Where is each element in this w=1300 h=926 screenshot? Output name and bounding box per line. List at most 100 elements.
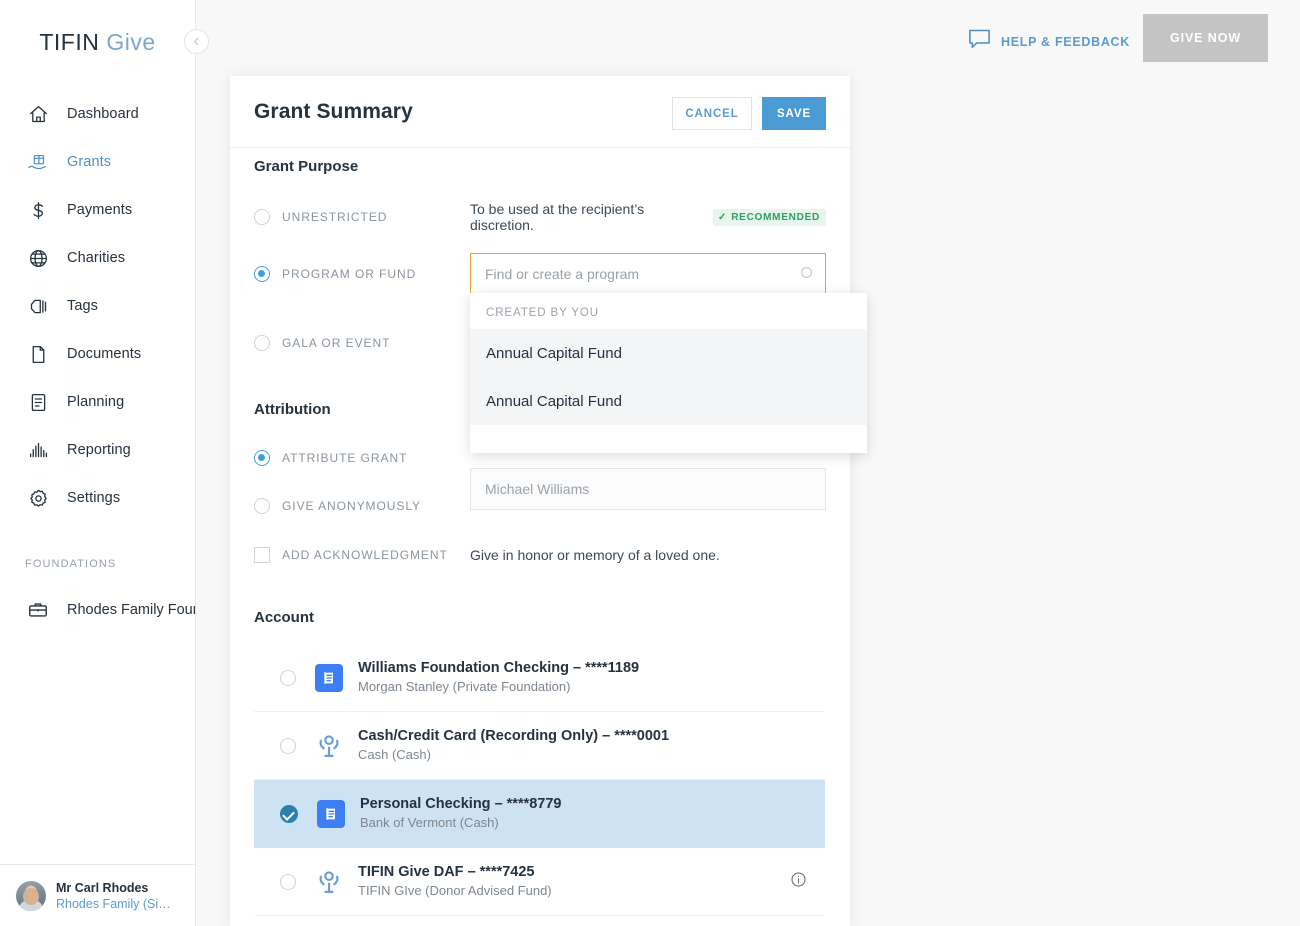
unrestricted-description: To be used at the recipient’s discretion… (470, 201, 645, 233)
account-subtitle: Bank of Vermont (Cash) (360, 815, 499, 830)
help-and-feedback-button[interactable]: HELP & FEEDBACK (967, 28, 1130, 55)
attributed-name-input[interactable]: Michael Williams (470, 468, 826, 510)
radio-attribute-grant-label: ATTRIBUTE GRANT (282, 451, 408, 465)
attribution-row-anonymous: GIVE ANONYMOUSLY Michael Williams (254, 468, 826, 518)
sidebar-item-label: Dashboard (67, 106, 139, 122)
attributed-name-value: Michael Williams (485, 481, 590, 497)
attribution-row-acknowledgment: ADD ACKNOWLEDGMENT Give in honor or memo… (254, 543, 826, 567)
status-badge-label: RECOMMENDED (731, 211, 820, 223)
checkbox-add-acknowledgment[interactable]: ADD ACKNOWLEDGMENT (254, 547, 470, 563)
account-title: Williams Foundation Checking – ****1189 (358, 660, 640, 676)
dollar-icon (25, 197, 51, 223)
briefcase-icon (25, 597, 51, 623)
save-button[interactable]: SAVE (762, 97, 826, 130)
radio-unrestricted-indicator (254, 209, 270, 225)
account-row-cash-credit-card[interactable]: Cash/Credit Card (Recording Only) – ****… (254, 712, 825, 780)
home-icon (25, 101, 51, 127)
page-title: Grant Summary (254, 99, 413, 123)
program-search-input[interactable]: Find or create a program (470, 253, 826, 295)
radio-attribute-grant-indicator (254, 450, 270, 466)
account-subtitle: Morgan Stanley (Private Foundation) (358, 679, 571, 694)
sidebar-item-label: Charities (67, 250, 126, 266)
panel-header-actions: CANCEL SAVE (672, 97, 826, 130)
sidebar-item-planning[interactable]: Planning (0, 378, 195, 426)
radio-gala-or-event-indicator (254, 335, 270, 351)
account-radio (280, 873, 296, 890)
hand-gift-icon (25, 149, 51, 175)
user-text: Mr Carl Rhodes Rhodes Family (Si… (56, 880, 171, 912)
sidebar-item-label: Tags (67, 298, 99, 314)
radio-give-anonymously-indicator (254, 498, 270, 514)
document-icon (25, 341, 51, 367)
check-icon: ✓ (718, 211, 728, 223)
sidebar-item-label: Grants (67, 154, 112, 170)
sidebar-nav: Dashboard Grants Payments Charities Tags… (0, 90, 195, 522)
radio-gala-or-event-label: GALA OR EVENT (282, 336, 391, 350)
radio-program-or-fund-indicator (254, 266, 270, 282)
app-root: TIFIN Give Dashboard Grants Payments Cha… (0, 0, 1300, 926)
brand-logo[interactable]: TIFIN Give (0, 0, 195, 84)
account-text: Williams Foundation Checking – ****1189 … (358, 659, 639, 696)
sidebar-item-grants[interactable]: Grants (0, 138, 195, 186)
sidebar-item-reporting[interactable]: Reporting (0, 426, 195, 474)
help-and-feedback-label: HELP & FEEDBACK (1000, 34, 1130, 49)
grant-purpose-row-unrestricted: UNRESTRICTED To be used at the recipient… (254, 201, 826, 233)
sidebar-item-charities[interactable]: Charities (0, 234, 195, 282)
radio-unrestricted[interactable]: UNRESTRICTED (254, 209, 470, 225)
grant-purpose-row-program: PROGRAM OR FUND Find or create a program (254, 253, 826, 295)
chat-bubble-icon (967, 28, 992, 55)
sidebar-item-settings[interactable]: Settings (0, 474, 195, 522)
sidebar-item-rhodes-family-foundation[interactable]: Rhodes Family Found (0, 590, 195, 630)
account-radio-selected (280, 804, 298, 823)
sidebar-collapse-button[interactable] (184, 29, 209, 54)
grant-summary-panel: Grant Summary CANCEL SAVE Grant Purpose … (230, 76, 850, 926)
account-title: TIFIN Give DAF – ****7425 (358, 864, 535, 880)
radio-give-anonymously[interactable]: GIVE ANONYMOUSLY (254, 498, 470, 514)
sidebar-item-label: Reporting (67, 442, 131, 458)
account-text: Personal Checking – ****8779 Bank of Ver… (360, 795, 562, 832)
dropdown-group-label: CREATED BY YOU (470, 293, 867, 329)
status-badge-recommended: ✓ RECOMMENDED (713, 208, 826, 226)
sidebar-item-label: Planning (67, 394, 125, 410)
acknowledgment-description: Give in honor or memory of a loved one. (470, 547, 720, 563)
cancel-button[interactable]: CANCEL (672, 97, 752, 130)
user-organization: Rhodes Family (Si… (56, 896, 171, 911)
account-subtitle: TIFIN GIve (Donor Advised Fund) (358, 883, 552, 898)
bank-square-icon (316, 799, 346, 829)
brand-part-1: TIFIN (39, 28, 100, 55)
account-row-williams-foundation-checking[interactable]: Williams Foundation Checking – ****1189 … (254, 644, 825, 712)
clear-icon[interactable] (800, 266, 813, 282)
radio-program-or-fund-label: PROGRAM OR FUND (282, 267, 417, 281)
sidebar-item-dashboard[interactable]: Dashboard (0, 90, 195, 138)
bank-square-icon (314, 663, 344, 693)
sidebar-item-documents[interactable]: Documents (0, 330, 195, 378)
account-text: Cash/Credit Card (Recording Only) – ****… (358, 727, 669, 764)
account-title: Personal Checking – ****8779 (360, 796, 562, 812)
dropdown-item[interactable]: Annual Capital Fund (470, 377, 867, 425)
user-profile[interactable]: Mr Carl Rhodes Rhodes Family (Si… (0, 864, 195, 926)
program-dropdown: CREATED BY YOU Annual Capital Fund Annua… (470, 293, 867, 453)
account-row-personal-checking[interactable]: Personal Checking – ****8779 Bank of Ver… (254, 780, 825, 848)
checkbox-add-acknowledgment-label: ADD ACKNOWLEDGMENT (282, 548, 448, 562)
radio-attribute-grant[interactable]: ATTRIBUTE GRANT (254, 450, 470, 466)
panel-body: Grant Purpose UNRESTRICTED To be used at… (230, 158, 850, 926)
account-radio (280, 737, 296, 754)
person-hands-icon (314, 867, 344, 897)
sidebar-item-payments[interactable]: Payments (0, 186, 195, 234)
radio-program-or-fund[interactable]: PROGRAM OR FUND (254, 266, 470, 282)
radio-give-anonymously-label: GIVE ANONYMOUSLY (282, 499, 422, 513)
globe-icon (25, 245, 51, 271)
dropdown-item[interactable]: Annual Capital Fund (470, 329, 867, 377)
sidebar-item-tags[interactable]: Tags (0, 282, 195, 330)
tag-icon (25, 293, 51, 319)
account-subtitle: Cash (Cash) (358, 747, 431, 762)
avatar (16, 880, 46, 911)
section-title-account: Account (254, 609, 314, 626)
radio-gala-or-event[interactable]: GALA OR EVENT (254, 335, 470, 351)
account-row-tifin-give-daf[interactable]: TIFIN Give DAF – ****7425 TIFIN GIve (Do… (254, 848, 825, 916)
dropdown-group: Annual Capital Fund Annual Capital Fund (470, 329, 867, 425)
foundation-label: Rhodes Family Found (67, 602, 195, 618)
give-now-button[interactable]: GIVE NOW (1143, 14, 1268, 62)
info-icon[interactable] (790, 871, 807, 893)
section-title-grant-purpose: Grant Purpose (254, 158, 359, 175)
